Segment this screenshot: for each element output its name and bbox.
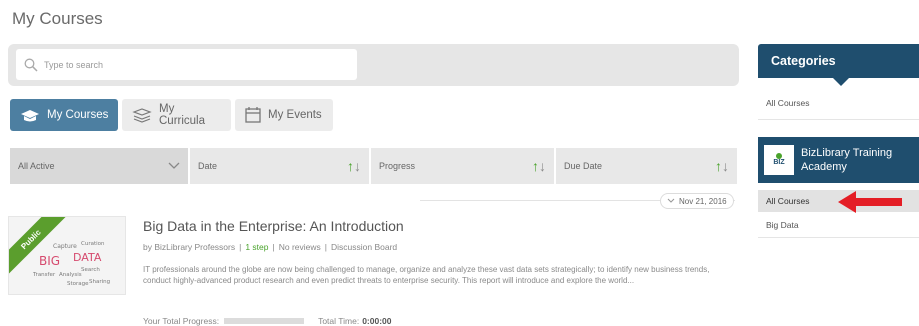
courses-icon (19, 107, 41, 123)
course-steps-link[interactable]: 1 step (245, 242, 268, 252)
academy-logo: BIZ (764, 145, 794, 175)
categories-header: Categories (758, 44, 919, 86)
red-arrow-annotation (838, 191, 902, 213)
course-progress-row: Your Total Progress: Total Time: 0:00:00 (143, 316, 392, 326)
date-group-label: Nov 21, 2016 (679, 196, 727, 206)
sort-due-date-label: Due Date (564, 161, 603, 171)
sidebar-divider (758, 119, 919, 120)
sort-arrows-icon: ↑ ↓ (715, 158, 729, 174)
total-time-value: 0:00:00 (362, 316, 392, 326)
progress-bar (224, 318, 305, 324)
thumb-word: Search (81, 267, 100, 273)
academy-header[interactable]: BIZ BizLibrary Training Academy (758, 137, 919, 183)
categories-all-courses-link[interactable]: All Courses (766, 98, 809, 108)
thumb-word: Analysis (59, 272, 82, 278)
thumb-word: Sharing (89, 279, 111, 285)
date-group-pill[interactable]: Nov 21, 2016 (660, 193, 734, 209)
academy-logo-text: BIZ (773, 159, 785, 166)
academy-name: BizLibrary Training Academy (801, 147, 893, 173)
total-time-label: Total Time: (318, 316, 360, 326)
thumb-word: BIG (39, 254, 61, 268)
search-icon (24, 58, 38, 72)
tab-my-curricula[interactable]: My Curricula (122, 99, 231, 131)
status-filter-label: All Active (18, 161, 55, 171)
thumb-word: Transfer (33, 272, 56, 278)
search-input[interactable] (44, 59, 344, 70)
course-reviews: No reviews (278, 242, 321, 252)
thumb-word: Curation (81, 241, 105, 247)
discussion-board-link[interactable]: Discussion Board (331, 242, 397, 252)
sort-due-date[interactable]: Due Date ↑ ↓ (556, 148, 737, 184)
course-meta: by BizLibrary Professors | 1 step | No revie… (143, 242, 398, 252)
search-bar (8, 44, 739, 86)
sort-progress[interactable]: Progress ↑ ↓ (371, 148, 554, 184)
sort-date-label: Date (198, 161, 218, 171)
search-box[interactable] (16, 49, 357, 80)
tab-my-curricula-label: My Curricula (159, 103, 206, 127)
thumb-word: Storage (67, 281, 89, 287)
course-tabs: My Courses My Curricula My Events (10, 99, 333, 131)
thumb-word: Capture (53, 243, 77, 250)
tab-my-events-label: My Events (268, 109, 322, 121)
calendar-icon (244, 106, 262, 124)
thumb-word: DATA (73, 251, 102, 264)
sidebar-divider (758, 237, 919, 238)
status-filter-select[interactable]: All Active (10, 148, 188, 184)
course-thumbnail[interactable]: Capture Curation BIG DATA Search Analysi… (8, 216, 126, 295)
academy-big-data-link[interactable]: Big Data (766, 220, 799, 230)
progress-label: Your Total Progress: (143, 316, 220, 326)
course-description: IT professionals around the globe are no… (143, 265, 710, 285)
course-author: by BizLibrary Professors (143, 242, 236, 252)
tab-my-courses[interactable]: My Courses (10, 99, 118, 131)
sort-date[interactable]: Date ↑ ↓ (190, 148, 369, 184)
curricula-icon (131, 107, 153, 123)
page-title: My Courses (12, 9, 103, 28)
filter-row: All Active Date ↑ ↓ Progress ↑ ↓ Due Date … (10, 148, 737, 184)
sort-progress-label: Progress (379, 161, 416, 171)
sort-arrows-icon: ↑ ↓ (532, 158, 546, 174)
tab-my-courses-label: My Courses (47, 109, 109, 121)
tab-my-events[interactable]: My Events (235, 99, 333, 131)
chevron-down-icon (667, 198, 675, 203)
chevron-down-icon (168, 162, 180, 169)
sort-arrows-icon: ↑ ↓ (347, 158, 361, 174)
course-title-link[interactable]: Big Data in the Enterprise: An Introduct… (143, 218, 404, 234)
